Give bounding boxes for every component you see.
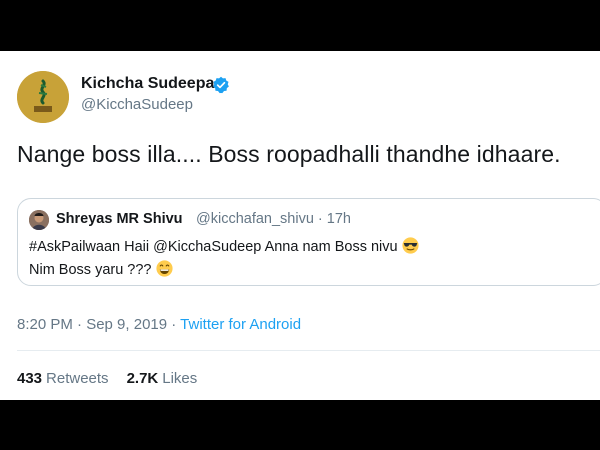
avatar[interactable]: [17, 71, 69, 123]
likes-count: 2.7K: [126, 370, 159, 387]
retweets-stat[interactable]: 433 Retweets: [17, 370, 109, 387]
avatar-logo-icon: [17, 71, 69, 123]
tweet-stats: 433 Retweets 2.7K Likes: [17, 370, 197, 387]
user-handle[interactable]: @KicchaSudeep: [81, 96, 193, 113]
retweets-label: Retweets: [46, 370, 109, 387]
display-name[interactable]: Kichcha Sudeepa: [81, 75, 214, 93]
tweet-card: Kichcha Sudeepa @KicchaSudeep Nange boss…: [0, 51, 600, 400]
quoted-tweet[interactable]: Shreyas MR Shivu @kicchafan_shivu · 17h …: [17, 198, 600, 286]
quoted-avatar[interactable]: [29, 210, 49, 230]
quoted-text-line-1: #AskPailwaan Haii @KicchaSudeep Anna nam…: [29, 237, 419, 258]
likes-label: Likes: [162, 370, 198, 387]
retweets-count: 433: [17, 370, 43, 387]
quoted-text-line-1-content: #AskPailwaan Haii @KicchaSudeep Anna nam…: [29, 239, 398, 255]
tweet-text: Nange boss illa.... Boss roopadhalli tha…: [17, 141, 561, 167]
tweet-timestamp[interactable]: 8:20 PM · Sep 9, 2019: [17, 316, 167, 333]
tweet-source-link[interactable]: Twitter for Android: [180, 316, 301, 333]
quoted-avatar-photo-icon: [29, 210, 49, 230]
likes-stat[interactable]: 2.7K Likes: [127, 370, 198, 387]
quoted-display-name[interactable]: Shreyas MR Shivu: [56, 211, 183, 227]
verified-badge-icon: [213, 76, 229, 94]
quoted-text-line-2-content: Nim Boss yaru ???: [29, 262, 152, 278]
grinning-emoji-icon: [155, 260, 173, 281]
sunglasses-emoji-icon: [402, 237, 419, 258]
divider: [17, 350, 600, 351]
quoted-handle-time: @kicchafan_shivu · 17h: [196, 211, 351, 227]
meta-separator: ·: [167, 316, 181, 333]
quoted-text-line-2: Nim Boss yaru ???: [29, 260, 173, 281]
tweet-meta: 8:20 PM · Sep 9, 2019 · Twitter for Andr…: [17, 316, 301, 333]
